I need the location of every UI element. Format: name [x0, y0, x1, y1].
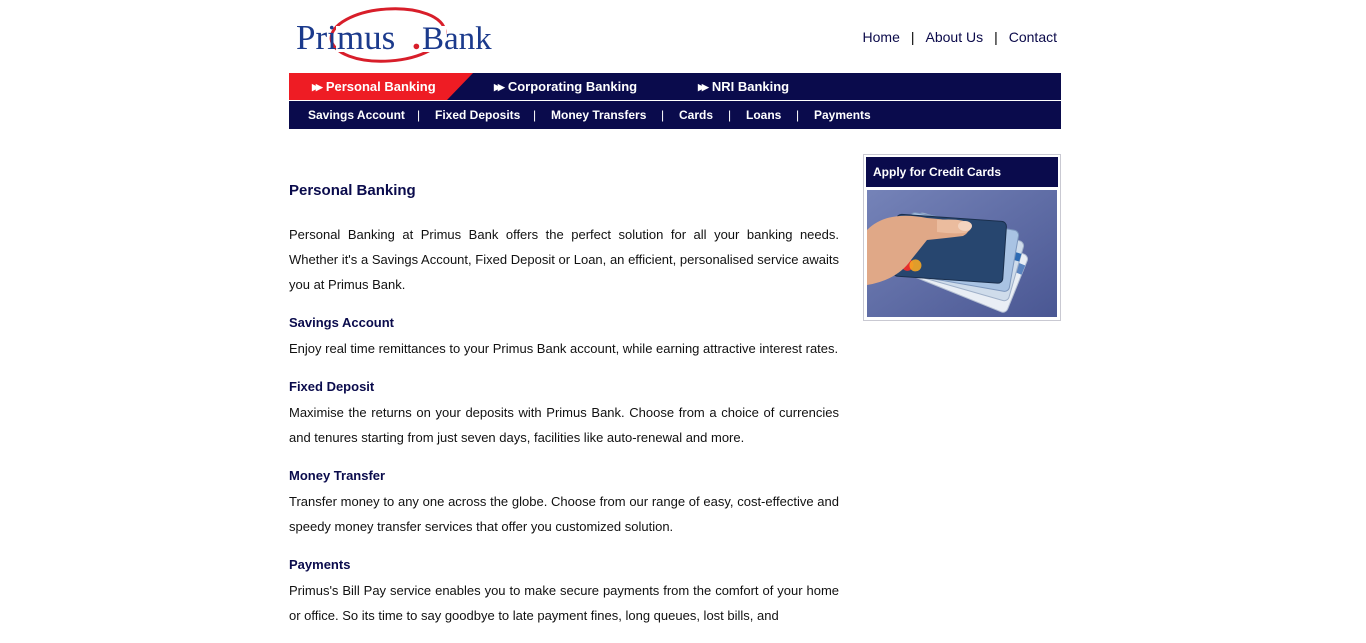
section-heading: Savings Account	[289, 315, 394, 330]
tab-nri-banking[interactable]: ▶▶ NRI Banking	[698, 73, 789, 100]
sub-nav: Savings Account | Fixed Deposits | Money…	[289, 101, 1061, 129]
subnav-separator: |	[661, 108, 665, 122]
subnav-separator: |	[533, 108, 537, 122]
subnav-separator: |	[796, 108, 800, 122]
tab-personal-banking[interactable]: ▶▶ Personal Banking	[312, 73, 436, 100]
promo-title-bar: Apply for Credit Cards	[866, 157, 1058, 187]
tab-label: Corporating Banking	[507, 79, 638, 94]
tab-label: NRI Banking	[711, 79, 790, 94]
intro-text: Personal Banking at Primus Bank offers t…	[289, 227, 839, 292]
double-arrow-icon: ▶▶	[312, 82, 323, 92]
main-nav: ▶▶ Personal Banking ▶▶ Corporating Banking…	[289, 73, 1061, 100]
top-link-separator: |	[910, 29, 915, 45]
credit-card-promo[interactable]: Apply for Credit Cards	[863, 154, 1061, 321]
primus-bank-logo[interactable]: Primus . Bank	[296, 6, 496, 66]
active-tab-highlight-slant	[447, 73, 473, 100]
contact-link[interactable]: Contact	[1009, 29, 1057, 45]
subnav-savings-account[interactable]: Savings Account	[308, 101, 405, 129]
svg-text:.: .	[412, 18, 421, 57]
tab-corporating-banking[interactable]: ▶▶ Corporating Banking	[494, 73, 637, 100]
double-arrow-icon: ▶▶	[698, 82, 709, 92]
section-heading: Fixed Deposit	[289, 379, 375, 394]
section-heading: Payments	[289, 557, 351, 572]
section-heading: Money Transfer	[289, 468, 386, 483]
subnav-loans[interactable]: Loans	[746, 101, 781, 129]
double-arrow-icon: ▶▶	[494, 82, 505, 92]
section-money-transfer: Money Transfer Transfer money to any one…	[289, 468, 839, 539]
subnav-money-transfers[interactable]: Money Transfers	[551, 101, 646, 129]
credit-cards-image[interactable]	[867, 190, 1057, 317]
section-savings-account: Savings Account Enjoy real time remittan…	[289, 315, 839, 361]
section-text: Transfer money to any one across the glo…	[289, 494, 839, 534]
section-text: Primus's Bill Pay service enables you to…	[289, 583, 839, 623]
section-fixed-deposit: Fixed Deposit Maximise the returns on yo…	[289, 379, 839, 450]
subnav-fixed-deposits[interactable]: Fixed Deposits	[435, 101, 520, 129]
subnav-separator: |	[417, 108, 421, 122]
promo-title: Apply for Credit Cards	[873, 165, 1002, 179]
section-text: Maximise the returns on your deposits wi…	[289, 405, 839, 445]
subnav-payments[interactable]: Payments	[814, 101, 871, 129]
section-payments: Payments Primus's Bill Pay service enabl…	[289, 557, 839, 628]
tab-label: Personal Banking	[325, 79, 436, 94]
svg-text:Bank: Bank	[422, 21, 492, 57]
top-links: Home | About Us | Contact	[863, 29, 1057, 45]
svg-text:Primus: Primus	[296, 18, 395, 57]
home-link[interactable]: Home	[863, 29, 900, 45]
about-us-link[interactable]: About Us	[926, 29, 984, 45]
subnav-cards[interactable]: Cards	[679, 101, 713, 129]
page-title: Personal Banking	[289, 182, 416, 199]
section-text: Enjoy real time remittances to your Prim…	[289, 341, 839, 356]
main-content: Personal Banking Personal Banking at Pri…	[289, 180, 839, 628]
top-link-separator: |	[994, 29, 998, 45]
subnav-separator: |	[728, 108, 732, 122]
